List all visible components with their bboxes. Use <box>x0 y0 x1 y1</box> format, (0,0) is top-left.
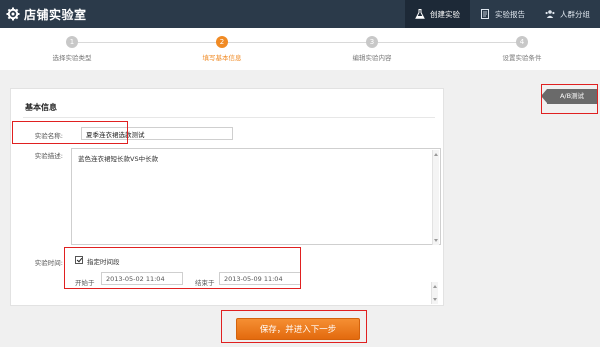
nav-item-label: 人群分组 <box>560 9 590 19</box>
nav-item-experiment-report[interactable]: 实验报告 <box>470 0 535 28</box>
section-divider <box>23 117 435 118</box>
description-text: 蓝色连衣裙短长款VS中长款 <box>78 155 159 163</box>
fixed-time-checkbox[interactable] <box>75 256 83 264</box>
start-time-input[interactable] <box>101 272 183 285</box>
flask-icon <box>415 9 425 19</box>
step-set-conditions[interactable]: 4 设置实验条件 <box>462 36 582 62</box>
scroll-down-arrow-icon[interactable] <box>434 239 438 242</box>
app-title: 店铺实验室 <box>24 7 87 22</box>
ab-test-tag: A/B测试 <box>541 89 597 104</box>
step-number: 2 <box>216 36 228 48</box>
step-select-type[interactable]: 1 选择实验类型 <box>12 36 132 62</box>
step-number: 4 <box>516 36 528 48</box>
step-number: 1 <box>66 36 78 48</box>
nav-item-create-experiment[interactable]: 创建实验 <box>405 0 470 28</box>
start-time-label: 开始于 <box>75 279 95 287</box>
description-scrollbar[interactable] <box>432 150 439 245</box>
experiment-name-label: 实验名称: <box>34 132 63 140</box>
report-icon <box>481 9 489 19</box>
experiment-time-label: 实验时间: <box>34 259 63 267</box>
panel-scrollbar[interactable] <box>431 282 438 304</box>
nav-item-label: 实验报告 <box>495 9 525 19</box>
scroll-up-arrow-icon[interactable] <box>434 153 438 156</box>
fixed-time-label: 指定时间段 <box>87 258 120 266</box>
basic-info-panel: 基本信息 实验名称: 实验描述: 蓝色连衣裙短长款VS中长款 实验时间: 指定时… <box>10 88 444 306</box>
scroll-down-arrow-icon[interactable] <box>433 298 437 301</box>
gear-logo-icon <box>6 7 20 21</box>
section-title: 基本信息 <box>25 103 57 112</box>
step-label: 填写基本信息 <box>202 54 242 62</box>
top-nav: 创建实验 实验报告 人群分组 <box>405 0 600 28</box>
step-edit-content[interactable]: 3 编辑实验内容 <box>312 36 432 62</box>
end-time-input[interactable] <box>219 272 301 285</box>
step-label: 选择实验类型 <box>52 54 92 62</box>
scroll-up-arrow-icon[interactable] <box>433 285 437 288</box>
step-label: 设置实验条件 <box>502 54 542 62</box>
progress-steps: 1 选择实验类型 2 填写基本信息 3 编辑实验内容 4 设置实验条件 <box>0 28 600 70</box>
nav-item-label: 创建实验 <box>430 9 460 19</box>
experiment-time-group: 指定时间段 开始于 结束于 <box>71 252 441 294</box>
save-and-next-button[interactable]: 保存，并进入下一步 <box>236 318 360 340</box>
step-number: 3 <box>366 36 378 48</box>
top-bar: 店铺实验室 创建实验 实验报告 人群分组 <box>0 0 600 28</box>
people-icon <box>545 10 555 18</box>
brand[interactable]: 店铺实验室 <box>6 5 87 23</box>
experiment-name-input[interactable] <box>81 127 233 140</box>
step-label: 编辑实验内容 <box>352 54 392 62</box>
step-basic-info[interactable]: 2 填写基本信息 <box>162 36 282 62</box>
experiment-description-textarea[interactable]: 蓝色连衣裙短长款VS中长款 <box>71 148 441 245</box>
experiment-description-label: 实验描述: <box>34 152 63 160</box>
nav-item-audience-groups[interactable]: 人群分组 <box>535 0 600 28</box>
steps-connector-line <box>70 42 525 43</box>
end-time-label: 结束于 <box>195 279 215 287</box>
